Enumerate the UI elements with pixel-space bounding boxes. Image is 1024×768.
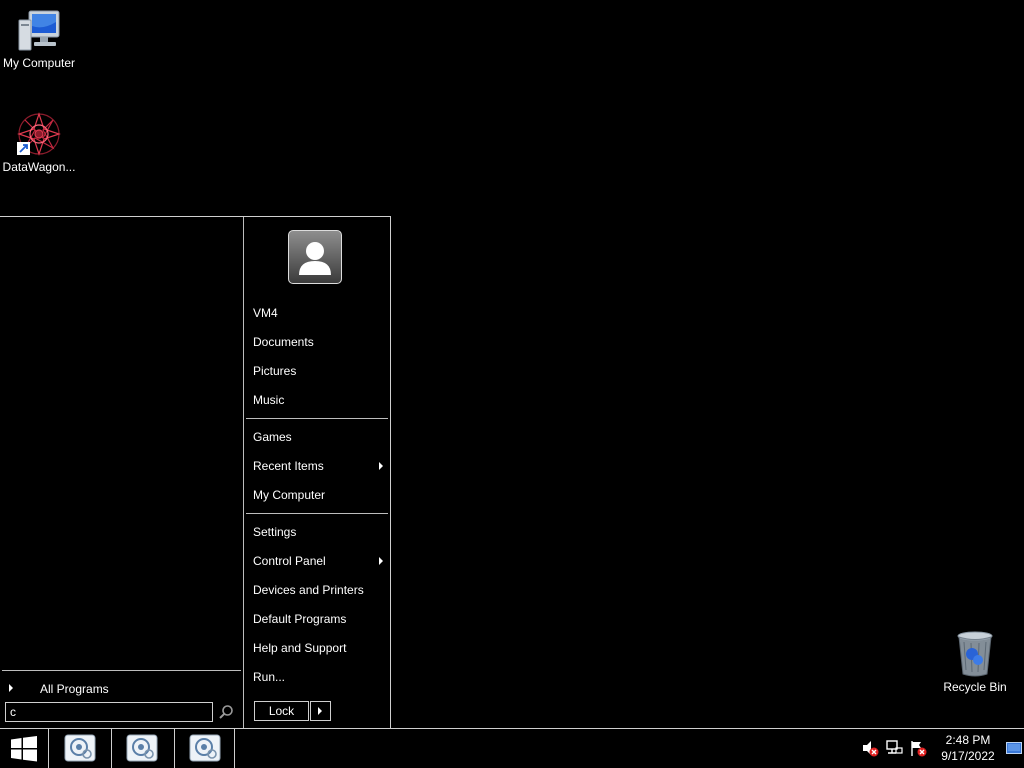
taskbar-button[interactable] [112,729,172,768]
windows-logo-icon [11,736,37,762]
menu-item-control-panel[interactable]: Control Panel [253,550,383,572]
menu-item-run[interactable]: Run... [253,666,383,688]
menu-item-label: Recent Items [253,459,324,473]
menu-item-settings[interactable]: Settings [253,521,383,543]
taskbar-button[interactable] [50,729,110,768]
chevron-right-icon [379,462,383,470]
menu-item-label: Music [253,393,285,407]
menu-item-music[interactable]: Music [253,389,383,411]
menu-item-label: My Computer [253,488,326,502]
separator [246,418,388,419]
desktop-icon-datawagon[interactable]: DataWagon... [0,112,78,174]
user-icon [299,242,331,275]
desktop-icon-label: DataWagon... [2,160,76,174]
menu-item-label: Help and Support [253,641,347,655]
menu-item-devices-and-printers[interactable]: Devices and Printers [253,579,383,601]
menu-item-label: Devices and Printers [253,583,364,597]
clock-date: 9/17/2022 [941,749,995,763]
start-menu: All Programs VM4 Documents Pictures Musi… [0,216,391,729]
menu-item-label: Pictures [253,364,297,378]
menu-item-label: Default Programs [253,612,347,626]
lock-options-button[interactable] [310,701,331,721]
menu-item-my-computer[interactable]: My Computer [253,484,383,506]
action-center-flag-icon[interactable] [909,739,927,757]
separator [2,670,241,671]
taskbar-button[interactable] [175,729,235,768]
network-icon[interactable] [885,739,903,757]
menu-item-recent-items[interactable]: Recent Items [253,455,383,477]
places-pane: VM4 Documents Pictures Music Games Recen… [245,217,390,729]
user-avatar[interactable] [288,230,342,284]
all-programs-button[interactable]: All Programs [0,679,241,699]
menu-item-pictures[interactable]: Pictures [253,360,383,382]
search-input[interactable] [5,702,213,722]
volume-muted-icon[interactable] [861,739,879,757]
recycle-bin-icon [957,631,993,677]
task-icon [126,734,158,762]
taskbar: 2:48 PM 9/17/2022 [0,728,1024,768]
search-icon[interactable] [218,704,234,720]
clock[interactable]: 2:48 PM 9/17/2022 [930,732,1006,764]
menu-item-user[interactable]: VM4 [253,302,383,324]
chevron-right-icon [318,707,322,715]
programs-pane: All Programs [0,217,244,729]
datawagon-icon [17,112,61,156]
lock-button[interactable]: Lock [254,701,309,721]
desktop-icon-recycle-bin[interactable]: Recycle Bin [936,630,1014,694]
desktop-icon-my-computer[interactable]: My Computer [0,8,78,70]
show-desktop-icon[interactable] [1006,742,1022,754]
chevron-right-icon [379,557,383,565]
menu-item-label: Games [253,430,292,444]
menu-item-documents[interactable]: Documents [253,331,383,353]
my-computer-icon [18,10,60,51]
menu-item-label: Documents [253,335,314,349]
clock-time: 2:48 PM [945,733,991,747]
menu-item-games[interactable]: Games [253,426,383,448]
start-button[interactable] [0,729,48,768]
menu-item-label: Run... [253,670,286,684]
separator [234,729,235,768]
separator [48,729,49,768]
separator [246,513,388,514]
menu-item-help-and-support[interactable]: Help and Support [253,637,383,659]
menu-item-label: Control Panel [253,554,326,568]
menu-item-label: Settings [253,525,297,539]
menu-item-default-programs[interactable]: Default Programs [253,608,383,630]
task-icon [189,734,221,762]
task-icon [64,734,96,762]
desktop-icon-label: Recycle Bin [943,680,1007,694]
chevron-right-icon [9,684,13,692]
desktop-icon-label: My Computer [2,56,76,70]
all-programs-label: All Programs [40,682,109,696]
menu-item-label: VM4 [253,306,278,320]
